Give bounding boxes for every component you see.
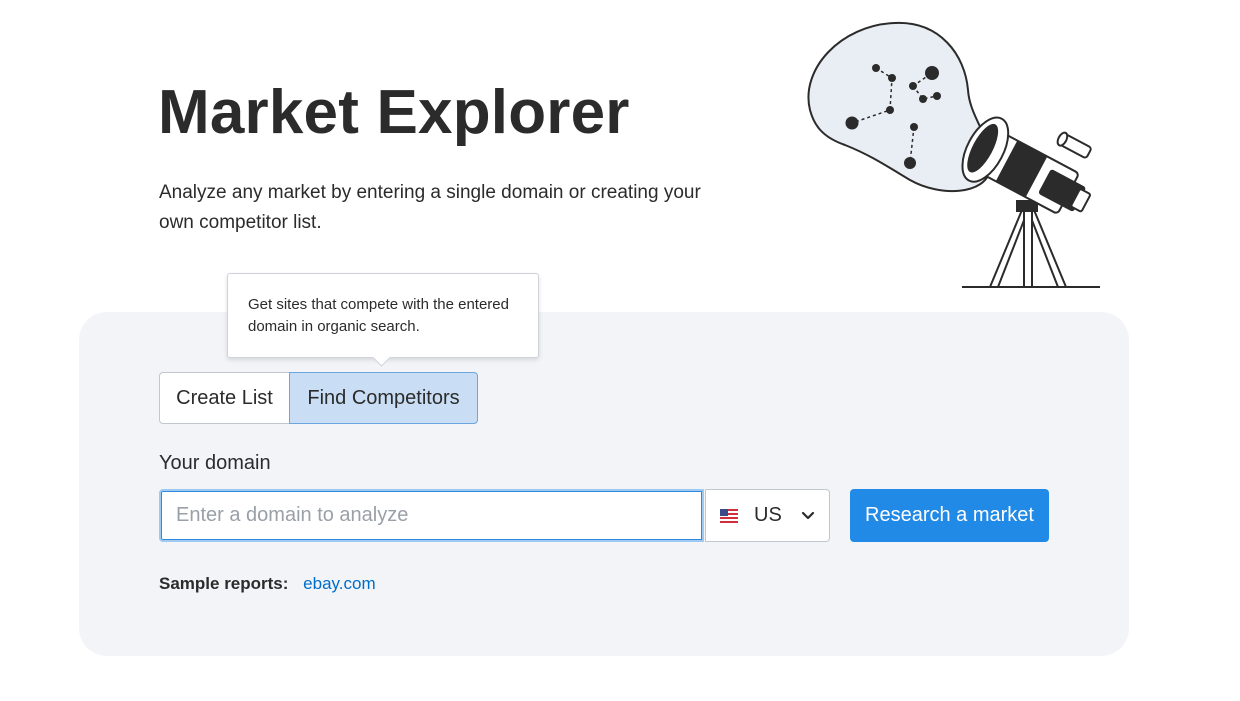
mode-tabs: Create List Find Competitors bbox=[159, 372, 478, 424]
domain-input[interactable] bbox=[159, 489, 704, 542]
telescope-icon bbox=[807, 21, 1100, 288]
us-flag-icon bbox=[720, 508, 738, 523]
page-subtitle: Analyze any market by entering a single … bbox=[159, 182, 701, 233]
sample-reports-label: Sample reports: bbox=[159, 574, 289, 593]
chevron-down-icon bbox=[801, 511, 815, 519]
sample-link-ebay[interactable]: ebay.com bbox=[303, 574, 375, 593]
tab-create-list[interactable]: Create List bbox=[159, 372, 289, 424]
page-title: Market Explorer bbox=[158, 78, 630, 147]
research-market-button[interactable]: Research a market bbox=[850, 489, 1049, 542]
tooltip-text: Get sites that compete with the entered … bbox=[248, 296, 509, 335]
database-select[interactable]: US bbox=[705, 489, 830, 542]
tab-find-competitors[interactable]: Find Competitors bbox=[289, 372, 478, 424]
search-panel bbox=[79, 312, 1129, 656]
domain-field-label: Your domain bbox=[159, 452, 271, 474]
page: Market Explorer Analyze any market by en… bbox=[0, 0, 1240, 701]
database-code: US bbox=[754, 504, 782, 526]
tooltip: Get sites that compete with the entered … bbox=[227, 273, 539, 367]
sample-reports: Sample reports: ebay.com bbox=[159, 574, 376, 594]
